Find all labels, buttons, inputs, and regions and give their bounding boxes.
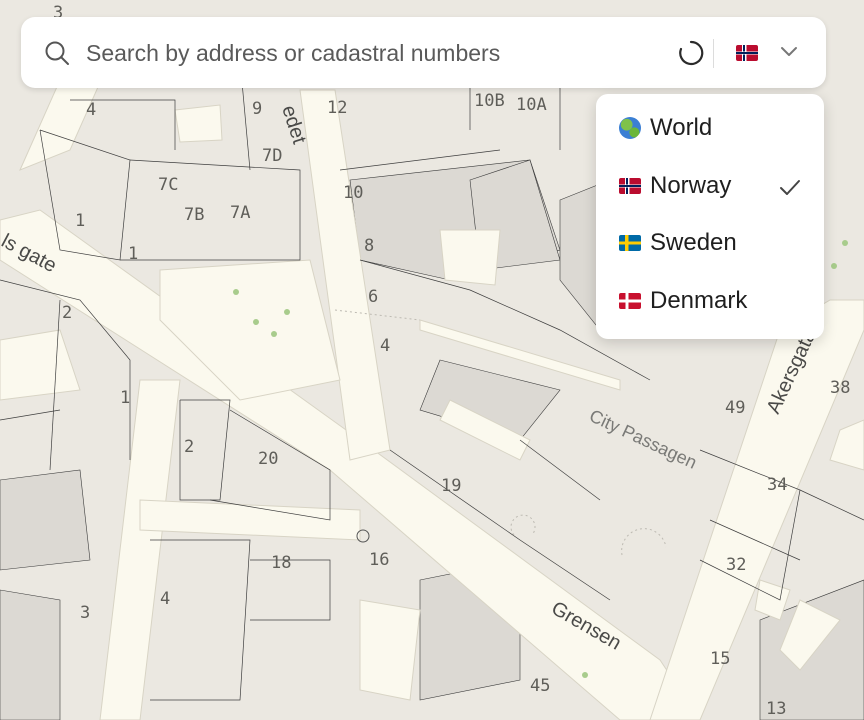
house-number: 4 [380, 336, 390, 356]
norway-flag-icon [736, 45, 758, 61]
denmark-flag-icon [619, 293, 641, 309]
house-number: 18 [271, 553, 291, 573]
house-number: 7D [262, 146, 282, 166]
chevron-down-icon [781, 47, 797, 56]
house-number: 6 [368, 287, 378, 307]
house-number: 7A [230, 203, 250, 223]
house-number: 4 [160, 589, 170, 609]
house-number: 2 [184, 437, 194, 457]
country-dropdown: World Norway Sweden Denmark [596, 94, 824, 339]
house-number: 32 [726, 555, 746, 575]
house-number: 7B [184, 205, 204, 225]
country-option-norway[interactable]: Norway [596, 158, 824, 214]
house-number: 3 [80, 603, 90, 623]
house-number: 45 [530, 676, 550, 696]
house-number: 12 [327, 98, 347, 118]
house-number: 1 [128, 244, 138, 264]
country-option-denmark[interactable]: Denmark [596, 273, 824, 329]
country-option-label: World [650, 114, 713, 141]
search-divider [713, 39, 714, 68]
house-number: 49 [725, 398, 745, 418]
checkmark-icon [780, 180, 800, 195]
country-selector-button[interactable] [728, 34, 808, 72]
house-number: 10B [474, 91, 505, 111]
house-number: 15 [710, 649, 730, 669]
house-number: 19 [441, 476, 461, 496]
house-number: 1 [75, 211, 85, 231]
country-option-sweden[interactable]: Sweden [596, 215, 824, 271]
sweden-flag-icon [619, 235, 641, 251]
house-number: 10A [516, 95, 547, 115]
house-number: 10 [343, 183, 363, 203]
house-number: 13 [766, 699, 786, 719]
house-number: 2 [62, 303, 72, 323]
house-number: 38 [830, 378, 850, 398]
house-number: 4 [86, 100, 96, 120]
house-number: 8 [364, 236, 374, 256]
house-number: 7C [158, 175, 178, 195]
house-number: 34 [767, 475, 787, 495]
house-number: 16 [369, 550, 389, 570]
country-option-label: Denmark [650, 287, 748, 314]
loading-spinner-icon [679, 40, 704, 66]
country-option-world[interactable]: World [596, 100, 824, 156]
house-number: 9 [252, 99, 262, 119]
country-option-label: Norway [650, 172, 732, 199]
norway-flag-icon [619, 178, 641, 194]
house-number: 1 [120, 388, 130, 408]
globe-icon [619, 117, 641, 139]
search-input[interactable] [86, 37, 646, 69]
country-option-label: Sweden [650, 229, 737, 256]
search-icon [45, 41, 69, 65]
house-number: 20 [258, 449, 278, 469]
